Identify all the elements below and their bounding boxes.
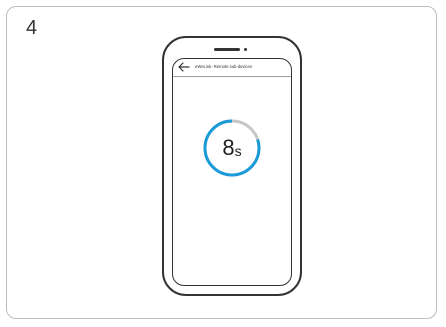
app-nav-bar: eWeLink- Remote sub-devices	[173, 59, 291, 77]
phone-camera	[244, 48, 247, 51]
step-number: 4	[26, 17, 38, 39]
countdown-value: 8	[222, 135, 235, 160]
arrow-left-icon[interactable]	[178, 62, 190, 72]
countdown-unit: s	[234, 142, 242, 159]
phone-speaker	[214, 48, 240, 51]
countdown-timer: 8 s	[200, 116, 264, 180]
app-screen-title: eWeLink- Remote sub-devices	[195, 64, 252, 69]
countdown-text: 8 s	[200, 116, 264, 180]
